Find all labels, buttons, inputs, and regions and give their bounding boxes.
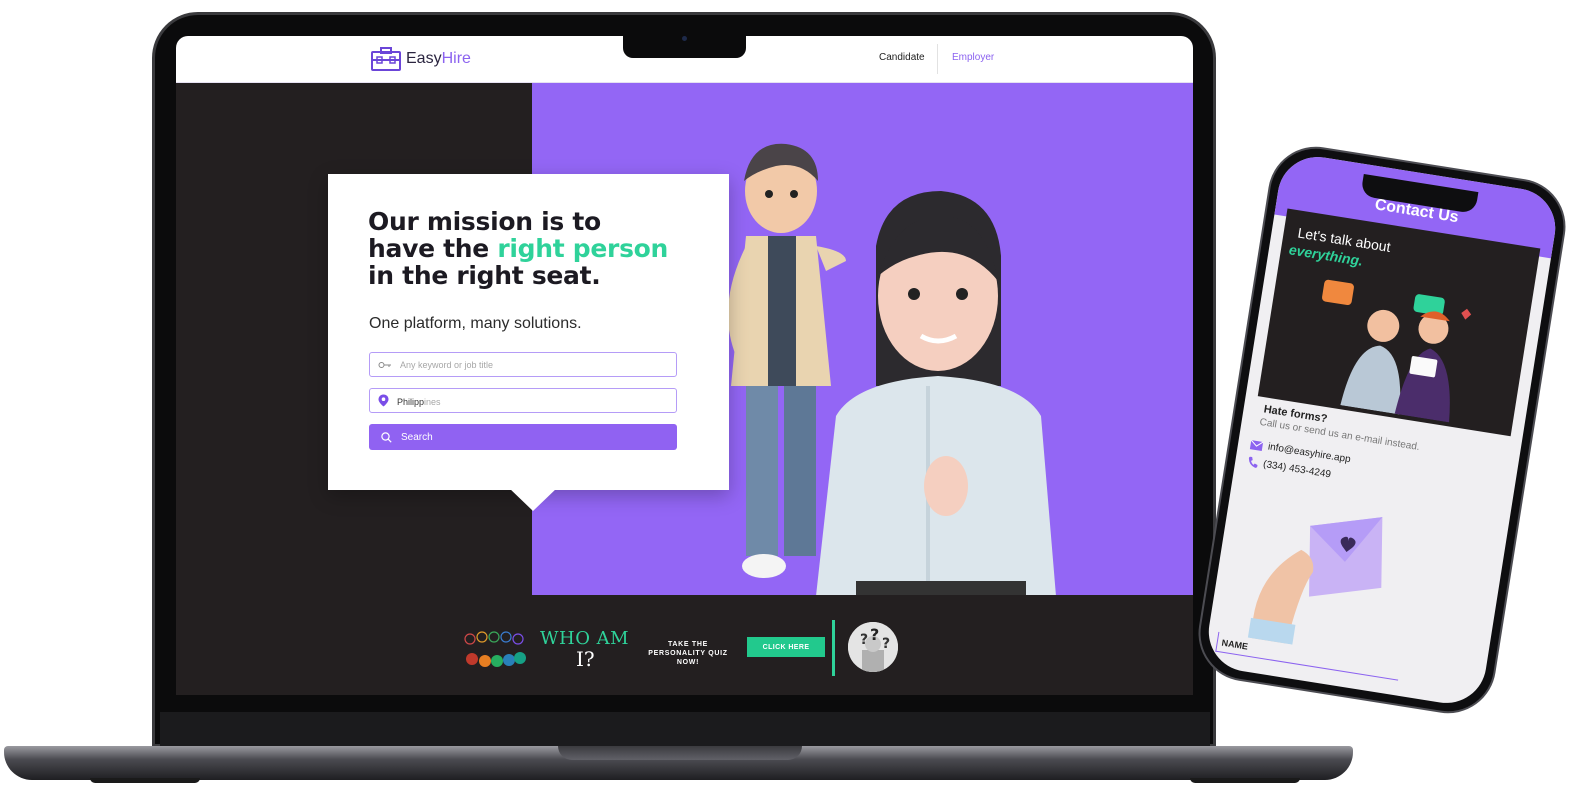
quiz-cta-text: TAKE THE PERSONALITY QUIZ NOW! (648, 641, 728, 666)
quiz-title: WHO AM (540, 628, 630, 649)
hero-subtitle: One platform, many solutions. (369, 315, 582, 332)
svg-text:?: ? (870, 625, 879, 644)
nav-candidate[interactable]: Candidate (879, 52, 925, 63)
location-text: Philippines (397, 392, 441, 410)
nav-employer[interactable]: Employer (952, 52, 994, 63)
search-label: Search (401, 431, 433, 443)
hero-card: Our mission is to have the right person … (328, 174, 729, 511)
hero-title-line-2: have the right person (368, 235, 708, 262)
question-avatar-icon: ? ? ? (848, 622, 898, 672)
mail-icon (1249, 439, 1264, 451)
people-gears-icon (464, 631, 526, 667)
camera-icon (682, 36, 687, 41)
phone-mockup: Contact Us Let's talk about everything. … (1191, 139, 1573, 721)
hero-title-line-3: in the right seat. (368, 261, 601, 290)
laptop-hinge (558, 746, 802, 760)
laptop-screen: EasyHire Candidate Employer Our mission … (176, 36, 1193, 695)
svg-text:?: ? (860, 632, 868, 648)
logo-text: EasyHire (406, 50, 471, 68)
logo[interactable]: EasyHire (371, 47, 471, 71)
briefcase-icon (371, 47, 401, 71)
banner-divider (832, 620, 835, 676)
logo-main: Easy (406, 50, 442, 67)
laptop-notch (623, 30, 746, 58)
hero-title: Our mission is to have the right person … (368, 208, 708, 289)
phone-text: (334) 453-4249 (1262, 458, 1332, 480)
click-here-button[interactable]: CLICK HERE (747, 637, 825, 657)
location-value: Philipp (397, 396, 425, 407)
phone-screen: Contact Us Let's talk about everything. … (1203, 151, 1561, 709)
keyword-placeholder: Any keyword or job title (400, 359, 494, 370)
woman-character-illustration (816, 191, 1056, 596)
quiz-banner: WHO AM I? TAKE THE PERSONALITY QUIZ NOW!… (176, 595, 1193, 695)
location-input[interactable]: Philippines (369, 388, 677, 413)
key-icon (378, 361, 391, 368)
hero-title-line-1: Our mission is to (368, 207, 601, 236)
card-pointer (508, 487, 558, 511)
device-mockup: EasyHire Candidate Employer Our mission … (0, 0, 1581, 805)
hero-title-highlight: right person (497, 234, 669, 263)
phone-icon (1248, 456, 1258, 468)
hand-holding-envelope-illustration (1247, 517, 1383, 645)
logo-accent: Hire (441, 50, 471, 67)
laptop-foot (1190, 778, 1300, 783)
map-pin-icon (378, 394, 389, 407)
location-placeholder: ines (424, 396, 441, 407)
svg-text:?: ? (882, 636, 890, 652)
laptop-chin (160, 712, 1210, 746)
search-icon (381, 431, 392, 443)
keyword-input[interactable]: Any keyword or job title (369, 352, 677, 377)
nav-divider (937, 44, 938, 74)
hero-title-line-2a: have the (368, 234, 498, 263)
search-button[interactable]: Search (369, 424, 677, 450)
quiz-title-2: I? (576, 647, 595, 671)
laptop-foot (90, 778, 200, 783)
